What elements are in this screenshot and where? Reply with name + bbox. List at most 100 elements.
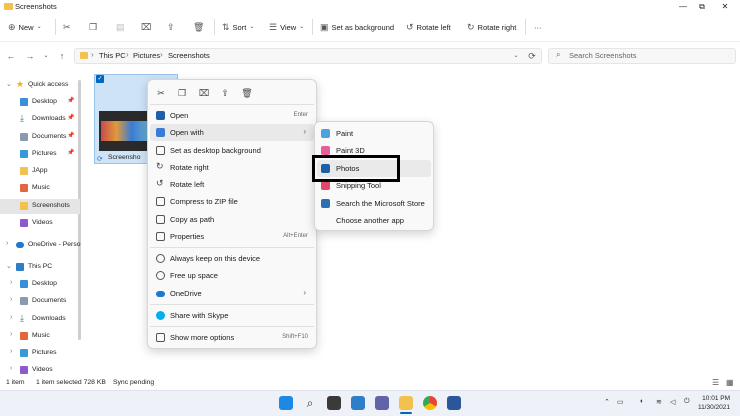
file-explorer-icon[interactable] (399, 396, 413, 410)
chevron-right-icon: › (160, 50, 163, 59)
close-button[interactable]: ✕ (718, 1, 732, 13)
sidebar-item-desktop[interactable]: Desktop 📌 (0, 95, 80, 110)
rename-button[interactable]: ⌧ (141, 19, 151, 35)
menu-divider (150, 326, 314, 327)
battery-icon[interactable]: ▭ (617, 398, 624, 406)
task-view-icon[interactable] (327, 396, 341, 410)
minimize-button[interactable]: — (676, 1, 690, 13)
back-arrow-icon[interactable]: ← (5, 49, 17, 63)
rotate-right-button[interactable]: ↻ Rotate right (467, 19, 516, 35)
view-label: View (280, 22, 297, 32)
sidebar-item-pc-videos[interactable]: › Videos (0, 363, 80, 375)
copy-icon[interactable]: ❐ (175, 86, 189, 100)
sidebar-item-pc-desktop[interactable]: › Desktop (0, 277, 80, 292)
rename-icon[interactable]: ⌧ (197, 86, 211, 100)
menu-item-open[interactable]: Open Enter (150, 107, 314, 124)
documents-icon (20, 133, 28, 141)
cloud-icon (16, 242, 24, 248)
copy-button[interactable]: ❐ (89, 19, 97, 35)
menu-item-free-up-space[interactable]: Free up space (150, 267, 314, 284)
sidebar-item-pc-pictures[interactable]: › Pictures (0, 346, 80, 361)
sidebar-item-screenshots[interactable]: Screenshots (0, 199, 80, 214)
sidebar-item-pc-music[interactable]: › Music (0, 329, 80, 344)
rotate-left-button[interactable]: ↺ Rotate left (406, 19, 451, 35)
share-icon[interactable]: ⇪ (218, 86, 232, 100)
menu-item-rotate-left[interactable]: ↺ Rotate left (150, 176, 314, 193)
trash-icon[interactable]: 🗑 (240, 86, 254, 100)
breadcrumb-this-pc[interactable]: This PC (99, 51, 126, 60)
sidebar-item-documents[interactable]: Documents 📌 (0, 130, 80, 145)
clock-time: 10:01 PM (702, 395, 730, 402)
menu-item-show-more-options[interactable]: Show more options Shift+F10 (150, 329, 314, 346)
menu-item-open-with[interactable]: Open with › (150, 124, 314, 141)
paste-button[interactable]: ▤ (116, 19, 125, 35)
menu-item-rotate-right[interactable]: ↻ Rotate right (150, 159, 314, 176)
cut-button[interactable]: ✂ (63, 19, 71, 35)
breadcrumb-screenshots[interactable]: Screenshots (168, 51, 210, 60)
open-with-icon (156, 128, 165, 137)
search-icon[interactable]: ⌕ (303, 396, 317, 410)
share-button[interactable]: ⇪ (167, 19, 175, 35)
checkbox-checked-icon[interactable]: ✓ (96, 75, 104, 83)
submenu-item-choose-another-app[interactable]: Choose another app (317, 212, 431, 229)
menu-item-always-keep[interactable]: Always keep on this device (150, 250, 314, 267)
menu-item-copy-as-path[interactable]: Copy as path (150, 211, 314, 228)
breadcrumb-pictures[interactable]: Pictures (133, 51, 160, 60)
sidebar-item-quick-access[interactable]: ⌄ ★ Quick access (0, 78, 80, 93)
menu-item-onedrive[interactable]: OneDrive › (150, 285, 314, 302)
skype-icon (156, 311, 165, 320)
teams-icon[interactable] (375, 396, 389, 410)
wifi-icon[interactable]: ≋ (656, 398, 662, 406)
recent-chevron-icon[interactable]: ⌄ (40, 49, 52, 63)
chrome-icon[interactable] (423, 396, 437, 410)
more-options-button[interactable]: ··· (534, 19, 542, 35)
refresh-icon[interactable]: ⟳ (526, 49, 538, 63)
sidebar-item-onedrive[interactable]: › OneDrive - Perso (0, 238, 81, 253)
scissors-icon: ✂ (63, 22, 71, 32)
tiles-view-icon[interactable]: ▦ (726, 378, 734, 387)
widgets-icon[interactable] (351, 396, 365, 410)
menu-item-properties[interactable]: Properties Alt+Enter (150, 228, 314, 245)
sidebar-item-music[interactable]: Music (0, 181, 80, 196)
window-title: Screenshots (15, 2, 57, 11)
sidebar-item-downloads[interactable]: ⤓ Downloads 📌 (0, 112, 80, 127)
details-view-icon[interactable]: ☰ (712, 378, 719, 387)
sidebar-item-this-pc[interactable]: ⌄ This PC (0, 260, 80, 275)
start-windows-icon[interactable] (279, 396, 293, 410)
menu-item-compress-zip[interactable]: Compress to ZIP file (150, 193, 314, 210)
pictures-icon (20, 349, 28, 357)
chevron-down-icon: ⌄ (249, 24, 255, 30)
chevron-right-icon: › (10, 296, 13, 303)
menu-item-set-desktop-background[interactable]: Set as desktop background (150, 142, 314, 159)
chevron-right-icon: › (303, 127, 306, 136)
rotate-left-icon: ↺ (156, 178, 164, 188)
sidebar-item-pc-documents[interactable]: › Documents (0, 294, 80, 309)
sidebar-item-japp[interactable]: JApp (0, 164, 80, 179)
sidebar-item-pc-downloads[interactable]: › ⤓ Downloads (0, 312, 80, 327)
delete-button[interactable]: 🗑 (193, 19, 204, 35)
sidebar-item-videos[interactable]: Videos (0, 216, 80, 231)
volume-icon[interactable]: ◁ (670, 398, 675, 406)
chevron-right-icon: › (10, 348, 13, 355)
clock[interactable]: 10:01 PM 11/30/2021 (696, 394, 730, 412)
sidebar-item-pictures[interactable]: Pictures 📌 (0, 147, 80, 162)
edge-icon[interactable]: ◐ (640, 398, 644, 405)
word-icon[interactable] (447, 396, 461, 410)
forward-arrow-icon[interactable]: → (24, 49, 36, 63)
submenu-item-microsoft-store[interactable]: Search the Microsoft Store (317, 195, 431, 212)
sort-button[interactable]: ⇅ Sort ⌄ (222, 19, 254, 35)
power-icon[interactable]: ⏻ (684, 398, 690, 406)
view-button[interactable]: ☰ View ⌄ (269, 19, 304, 35)
menu-item-share-skype[interactable]: Share with Skype (150, 307, 314, 324)
maximize-button[interactable]: ⧉ (695, 1, 709, 13)
zip-icon (156, 197, 165, 206)
sync-pending-icon: ⟳ (97, 156, 103, 163)
chevron-up-icon[interactable]: ⌃ (604, 398, 610, 406)
up-arrow-icon[interactable]: ↑ (56, 49, 68, 63)
pin-icon: 📌 (67, 98, 75, 104)
scissors-icon[interactable]: ✂ (154, 86, 168, 100)
set-background-button[interactable]: ▣ Set as background (320, 19, 394, 35)
new-button[interactable]: ⊕ New ⌄ (8, 19, 42, 35)
submenu-item-paint[interactable]: Paint (317, 125, 431, 142)
address-dropdown-icon[interactable]: ⌄ (510, 49, 522, 63)
